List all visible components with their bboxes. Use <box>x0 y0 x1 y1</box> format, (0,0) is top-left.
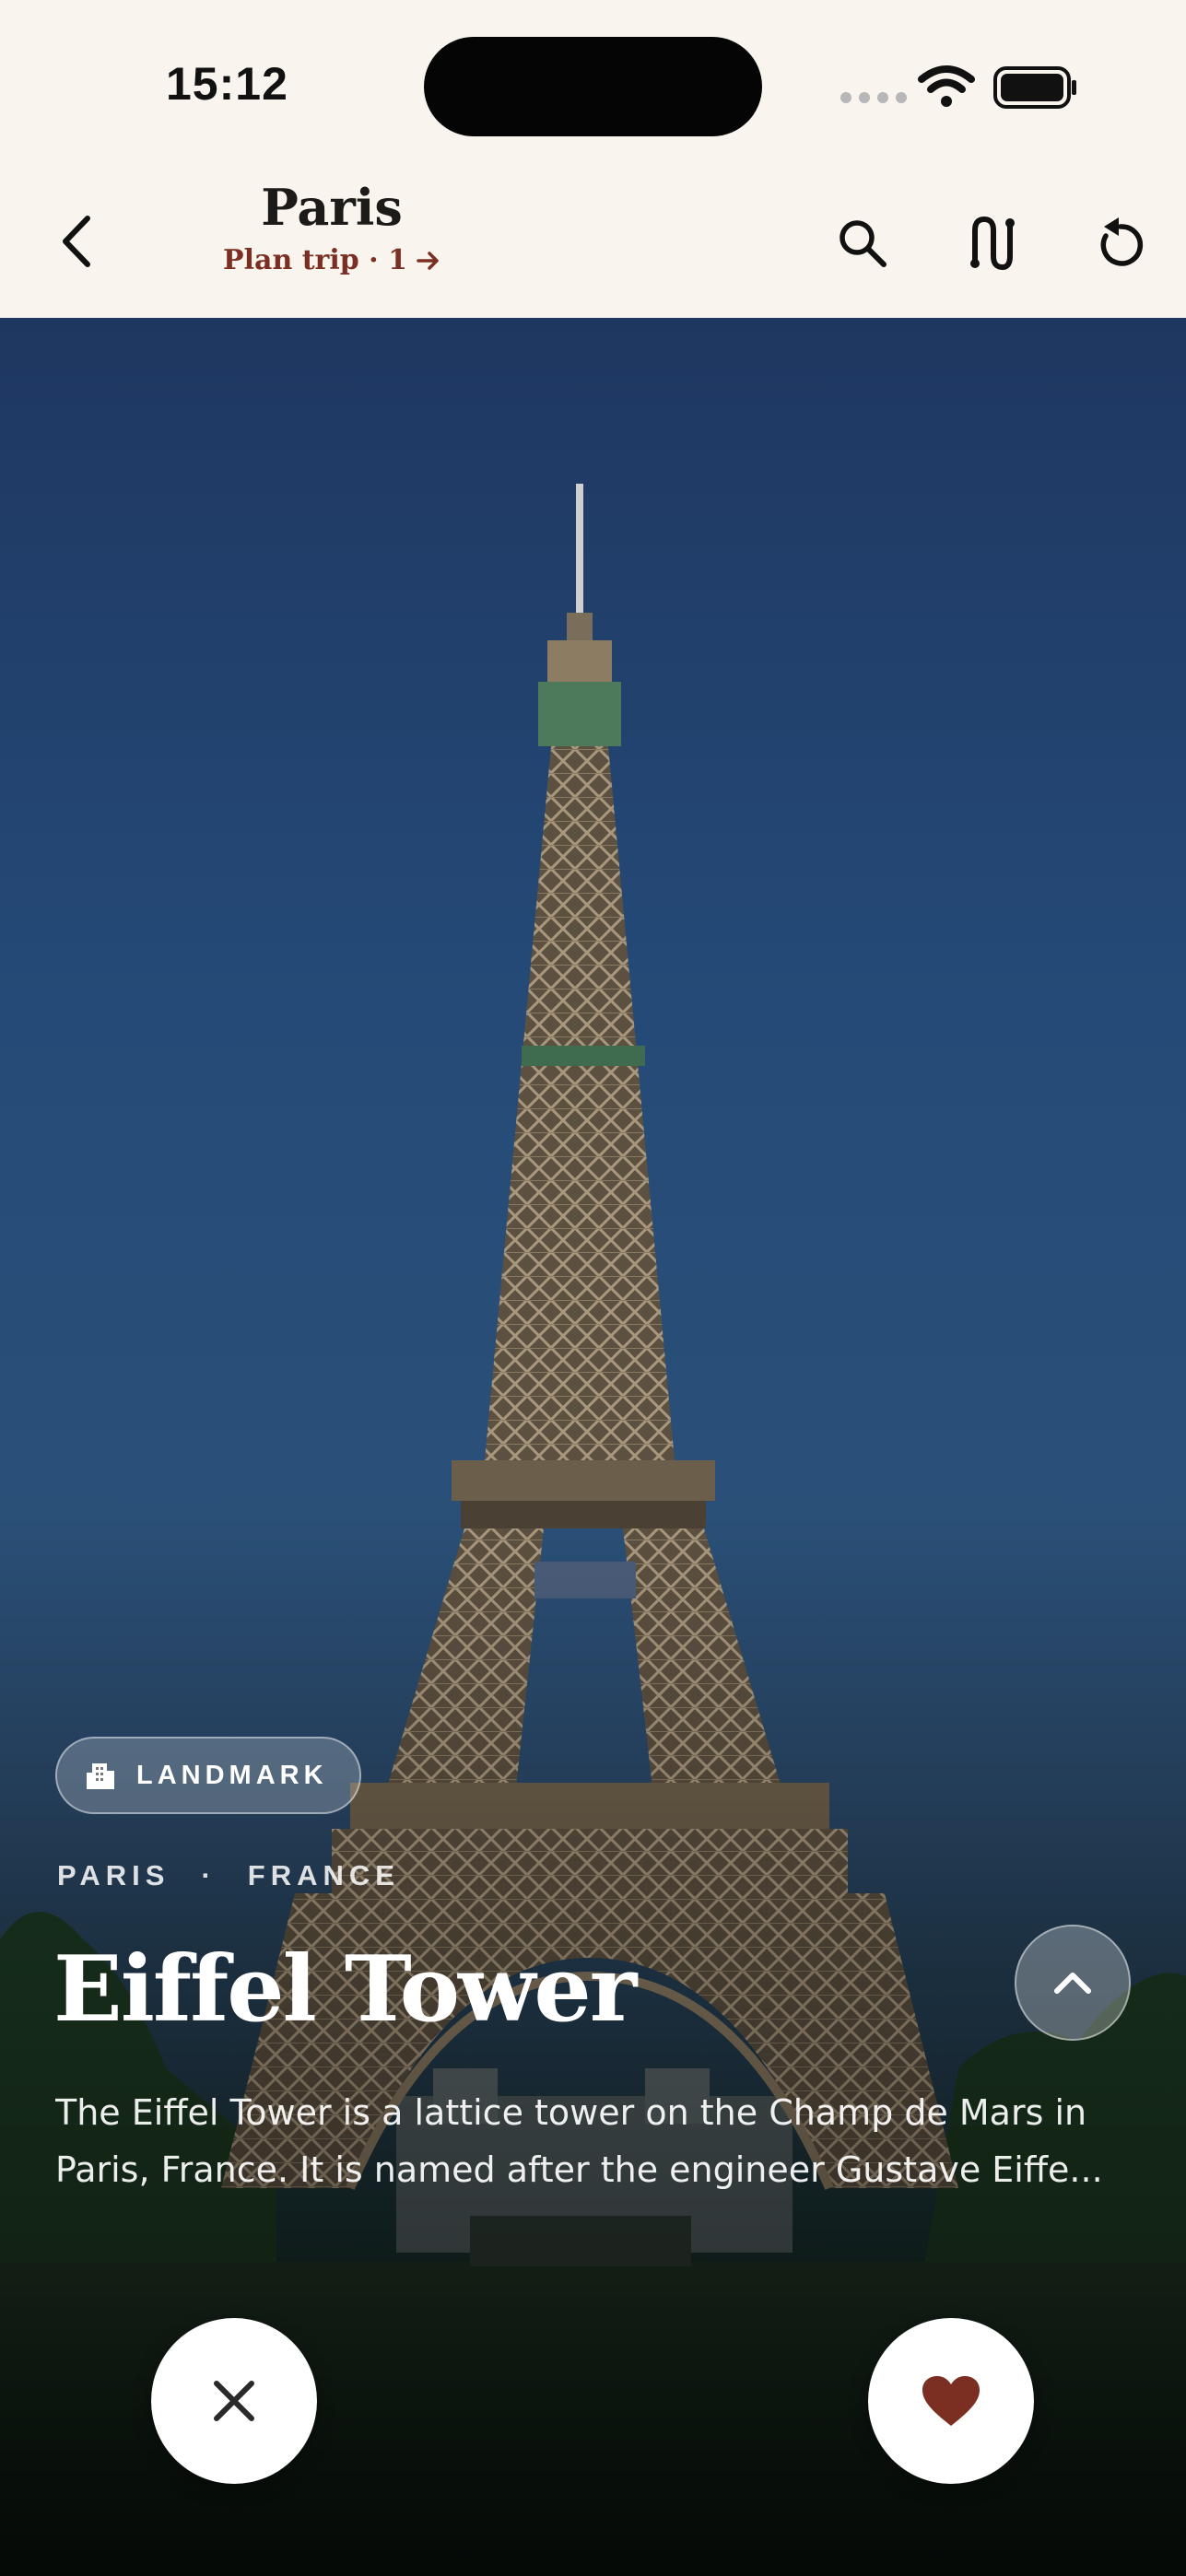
like-button[interactable] <box>868 2318 1034 2484</box>
dynamic-island <box>424 37 762 136</box>
cellular-signal-icon <box>840 92 907 103</box>
title-block: Paris Plan trip · 1 <box>212 178 452 276</box>
dismiss-button[interactable] <box>151 2318 317 2484</box>
building-icon <box>87 1763 114 1789</box>
description-line: Paris, France. It is named after the eng… <box>55 2149 1103 2190</box>
search-icon <box>840 220 887 267</box>
expand-details-button[interactable] <box>1015 1925 1131 2041</box>
page-title: Paris <box>261 178 403 237</box>
arrow-right-icon <box>417 252 439 270</box>
route-button[interactable] <box>957 208 1027 278</box>
undo-icon <box>1100 217 1144 266</box>
place-description[interactable]: The Eiffel Tower is a lattice tower on t… <box>55 2084 1133 2198</box>
plan-trip-link[interactable]: Plan trip · 1 <box>212 244 452 276</box>
place-photo[interactable] <box>0 318 1186 2576</box>
description-line: The Eiffel Tower is a lattice tower on t… <box>55 2092 1087 2133</box>
dismiss-icon <box>214 2381 254 2421</box>
place-name: Eiffel Tower <box>53 1937 637 2043</box>
category-label: LANDMARK <box>136 1760 328 1790</box>
country-label: FRANCE <box>247 1859 400 1891</box>
city-label: PARIS <box>57 1859 170 1891</box>
top-bar: 15:12 Paris Plan trip · 1 <box>0 0 1186 318</box>
battery-icon <box>993 66 1076 109</box>
undo-button[interactable] <box>1086 208 1156 278</box>
location-separator: · <box>201 1859 217 1891</box>
wifi-icon <box>918 65 975 107</box>
back-button[interactable] <box>44 205 109 278</box>
route-icon <box>970 216 1015 271</box>
search-button[interactable] <box>828 208 898 278</box>
plan-trip-label: Plan trip · 1 <box>223 244 407 277</box>
heart-icon <box>922 2376 980 2426</box>
location-line: PARIS · FRANCE <box>57 1859 400 1892</box>
chevron-up-icon <box>1054 1973 1091 1994</box>
back-chevron-icon <box>63 216 90 267</box>
status-time: 15:12 <box>166 58 288 110</box>
category-badge: LANDMARK <box>55 1737 361 1814</box>
